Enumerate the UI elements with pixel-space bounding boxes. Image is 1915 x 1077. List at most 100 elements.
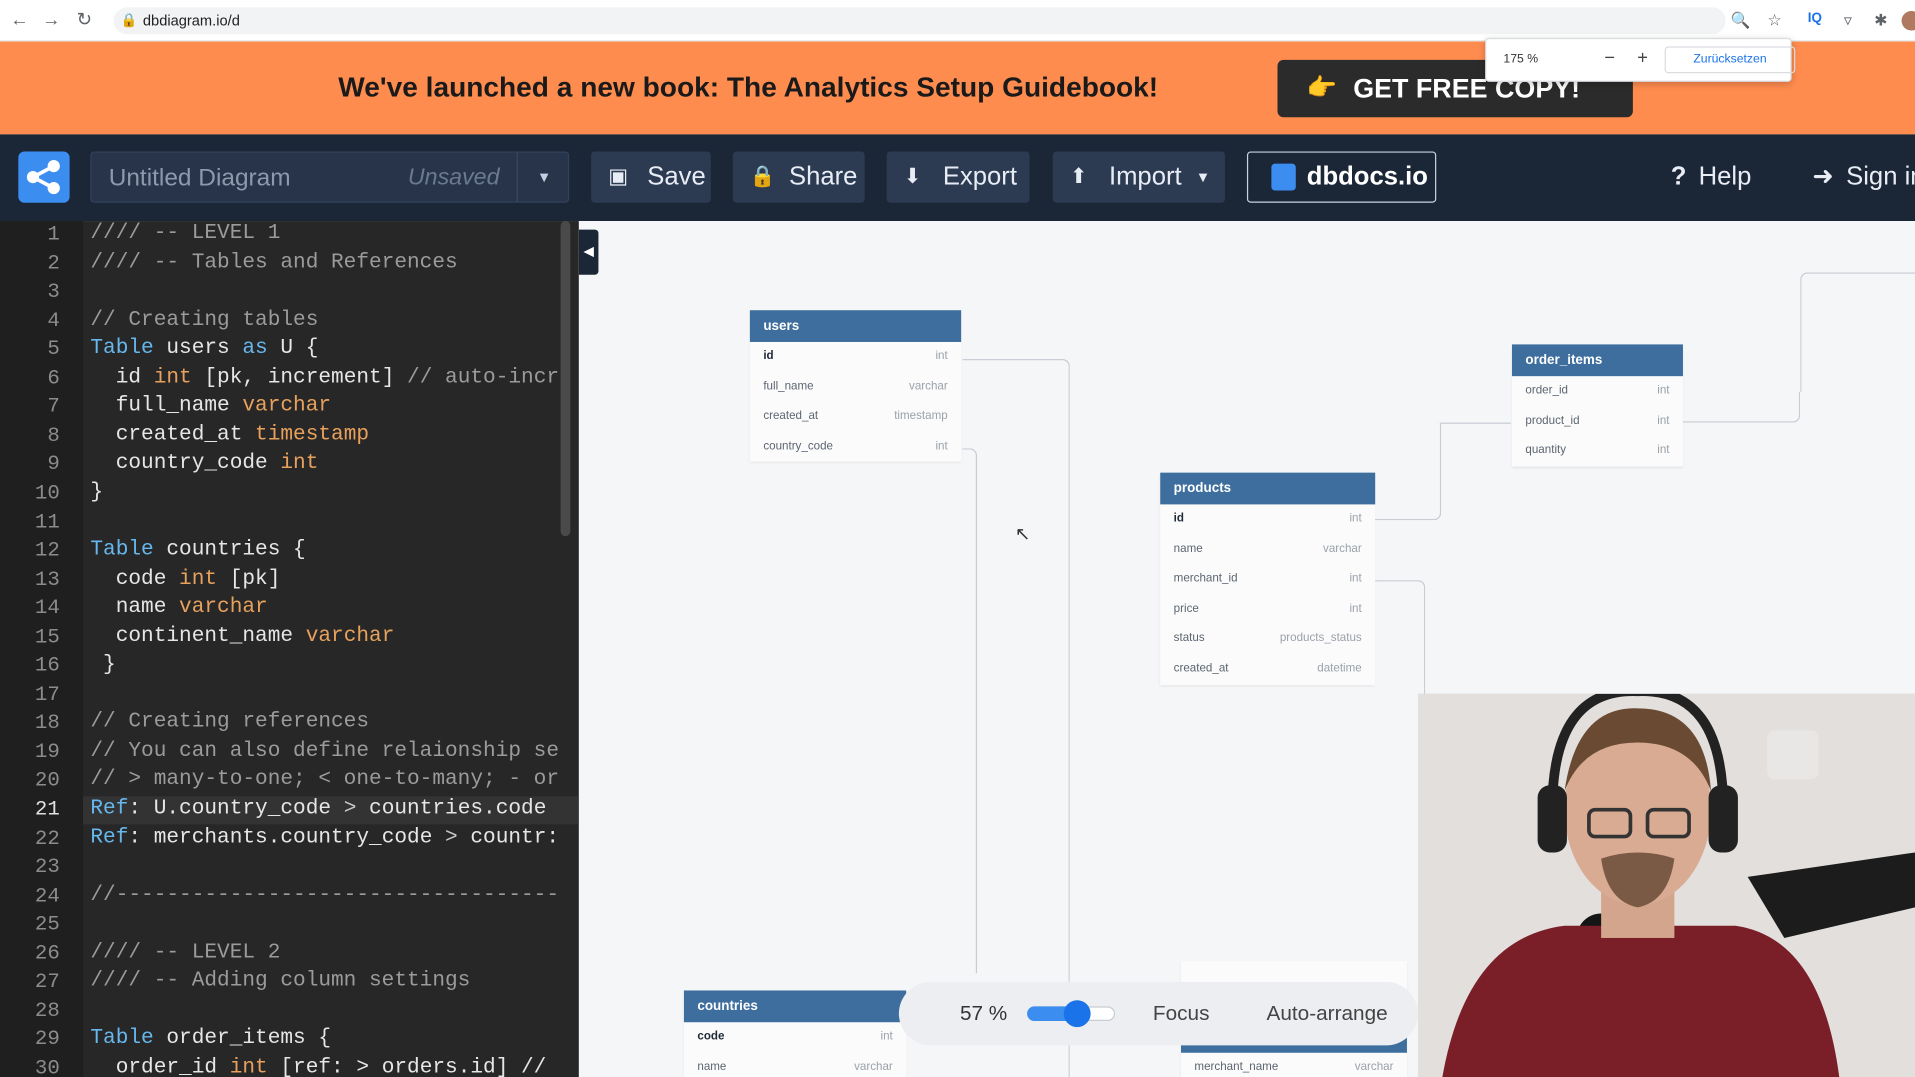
code-token: Table <box>90 538 154 562</box>
line-number: 1 <box>47 223 60 247</box>
code-line[interactable]: //----------------------------------- <box>90 884 559 907</box>
address-bar[interactable]: 🔒 dbdiagram.io/d <box>113 7 1726 35</box>
table-column-row[interactable]: price int <box>1160 595 1375 625</box>
code-line[interactable]: order_id int [ref: > orders.id] // <box>90 1056 547 1077</box>
column-type: products_status <box>1279 631 1362 646</box>
code-token: int <box>280 452 319 476</box>
line-number: 5 <box>47 338 60 362</box>
code-token: as <box>242 337 268 361</box>
zoom-icon[interactable]: 🔍 <box>1731 11 1751 31</box>
line-number: 9 <box>47 453 60 477</box>
star-icon[interactable]: ☆ <box>1765 11 1785 31</box>
table-column-row[interactable]: country_code int <box>750 432 961 462</box>
zoom-slider-handle[interactable] <box>1063 1000 1091 1028</box>
code-line[interactable]: continent_name varchar <box>90 625 395 648</box>
column-type: datetime <box>1317 661 1362 676</box>
table-column-row[interactable]: product_id int <box>1512 406 1683 436</box>
reload-icon[interactable]: ↻ <box>73 10 95 32</box>
code-line[interactable]: //// -- Tables and References <box>90 251 457 274</box>
code-line[interactable]: created_at timestamp <box>90 424 369 447</box>
back-icon[interactable]: ← <box>9 10 31 32</box>
table-header[interactable]: countries <box>683 990 907 1023</box>
help-label: Help <box>1698 162 1752 191</box>
code-token: // Creating tables <box>90 308 319 332</box>
help-button[interactable]: ? Help <box>1671 151 1752 202</box>
table-column-row[interactable]: status products_status <box>1160 625 1375 655</box>
banner-message: We've launched a new book: The Analytics… <box>338 70 1159 103</box>
sign-in-button[interactable]: ➜ Sign in <box>1812 151 1915 202</box>
collapse-editor-button[interactable]: ◀ <box>578 229 599 275</box>
code-line[interactable]: Table countries { <box>90 539 305 562</box>
code-line[interactable]: Table users as U { <box>90 337 318 360</box>
table-header[interactable]: products <box>1160 472 1376 505</box>
code-line[interactable]: } <box>90 481 103 504</box>
extension-iq-icon[interactable]: IQ <box>1805 11 1825 26</box>
table-users[interactable]: users id int full_name varchar created_at time… <box>749 310 962 463</box>
profile-avatar[interactable] <box>1901 10 1915 31</box>
table-column-row[interactable]: order_id int <box>1512 376 1683 406</box>
table-order-items[interactable]: order_items order_id int product_id int quant… <box>1511 344 1683 467</box>
question-icon: ? <box>1670 162 1687 191</box>
extensions-icon[interactable]: ✱ <box>1871 11 1891 31</box>
line-number: 27 <box>34 971 60 995</box>
table-column-row[interactable]: id int <box>750 342 961 372</box>
editor-scrollbar[interactable] <box>560 221 571 537</box>
chevron-down-icon: ▼ <box>1195 168 1211 186</box>
code-line[interactable]: country_code int <box>90 452 319 476</box>
line-number: 16 <box>34 654 60 679</box>
table-products[interactable]: products id int name varchar merchant_id int pr… <box>1160 472 1376 685</box>
table-column-row[interactable]: merchant_id int <box>1160 564 1375 594</box>
forward-icon[interactable]: → <box>40 10 62 32</box>
code-line[interactable]: } <box>90 654 116 677</box>
import-label: Import <box>1108 162 1182 191</box>
column-type: int <box>1349 511 1362 526</box>
table-column-row[interactable]: id int <box>1160 504 1375 534</box>
dbdocs-button[interactable]: dbdocs.io <box>1246 151 1437 203</box>
code-line[interactable]: code int [pk] <box>90 567 281 590</box>
code-line[interactable]: //// -- LEVEL 2 <box>90 941 280 964</box>
code-line[interactable]: // Creating references <box>90 711 369 734</box>
table-column-row[interactable]: created_at timestamp <box>750 402 961 432</box>
code-line[interactable]: name varchar <box>90 596 268 619</box>
focus-button[interactable]: Focus <box>1153 1001 1210 1025</box>
code-line[interactable]: // > many-to-one; < one-to-many; - or <box>90 769 559 792</box>
zoom-reset-button[interactable]: Zurücksetzen <box>1664 46 1796 74</box>
table-column-row[interactable]: code int <box>684 1022 906 1052</box>
code-editor[interactable]: 1 2 3 4 5 6 7 8 9 10 11 12 13 14 15 16 17 18 19 20 21 22 23 24 2… <box>0 221 579 1077</box>
diagram-name-field[interactable]: Untitled Diagram Unsaved ▼ <box>90 151 571 203</box>
zoom-in-button[interactable]: + <box>1632 48 1654 69</box>
table-header[interactable]: order_items <box>1511 344 1683 377</box>
code-token: varchar <box>242 394 332 419</box>
table-column-row[interactable]: merchant_name varchar <box>1181 1053 1407 1077</box>
import-button[interactable]: ⬆ Import ▼ <box>1052 151 1225 203</box>
table-column-row[interactable]: created_at datetime <box>1160 655 1375 685</box>
table-column-row[interactable]: name varchar <box>684 1052 906 1077</box>
auto-arrange-button[interactable]: Auto-arrange <box>1266 1001 1387 1025</box>
export-button[interactable]: ⬇ Export <box>886 151 1030 203</box>
diagram-name[interactable]: Untitled Diagram <box>109 165 291 193</box>
code-line[interactable]: full_name varchar <box>90 395 331 418</box>
table-column-row[interactable]: name varchar <box>1160 534 1375 564</box>
dbdiagram-logo[interactable] <box>18 151 70 203</box>
code-line[interactable]: Ref: merchants.country_code > countr: <box>90 826 559 849</box>
code-line[interactable]: Ref: U.country_code > countries.code <box>90 798 546 821</box>
table-column-row[interactable]: quantity int <box>1512 436 1683 466</box>
table-countries[interactable]: countries code int name varchar <box>683 990 907 1077</box>
code-line[interactable]: //// -- Adding column settings <box>90 970 470 993</box>
pocket-icon[interactable]: ▿ <box>1838 11 1858 31</box>
share-button[interactable]: 🔒 Share <box>732 151 865 203</box>
sign-in-icon: ➜ <box>1812 162 1834 191</box>
table-column-row[interactable]: full_name varchar <box>750 372 961 402</box>
save-button[interactable]: ▣ Save <box>591 151 711 203</box>
code-line[interactable]: Table order_items { <box>90 1028 331 1051</box>
table-header[interactable]: users <box>749 310 962 342</box>
code-line[interactable]: // Creating tables <box>90 309 318 332</box>
code-line[interactable]: //// -- LEVEL 1 <box>90 222 280 245</box>
zoom-out-button[interactable]: − <box>1599 48 1621 69</box>
chevron-down-icon[interactable]: ▼ <box>516 152 571 202</box>
download-icon: ⬇ <box>903 164 922 189</box>
code-line[interactable]: // You can also define relaionship se <box>90 740 559 763</box>
column-name: id <box>1173 511 1184 526</box>
upload-icon: ⬆ <box>1069 164 1088 189</box>
code-line[interactable]: id int [pk, increment] // auto-incr <box>90 366 559 389</box>
